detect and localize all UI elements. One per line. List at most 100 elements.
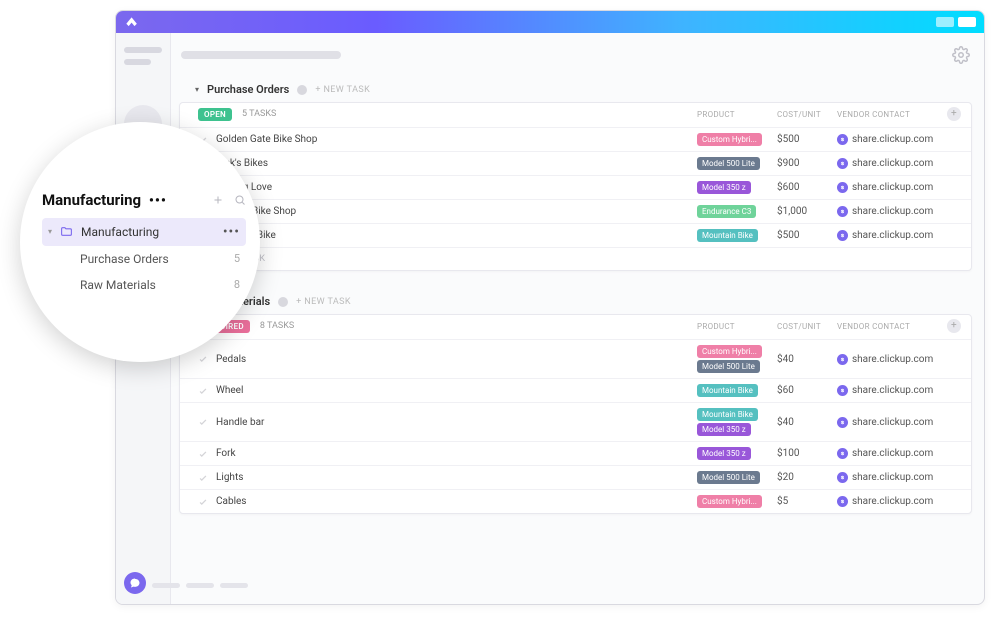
product-tag[interactable]: Model 500 Lite bbox=[697, 157, 760, 170]
folder-icon bbox=[60, 225, 73, 238]
task-cost: $900 bbox=[777, 158, 837, 169]
gear-icon[interactable] bbox=[952, 46, 970, 64]
plus-icon[interactable] bbox=[212, 191, 224, 210]
task-row[interactable]: Rick's Bikes Model 500 Lite $900 share.c… bbox=[180, 151, 971, 175]
col-header-product: PRODUCT bbox=[697, 322, 777, 331]
vendor-url: share.clickup.com bbox=[852, 448, 933, 459]
vendor-url: share.clickup.com bbox=[852, 496, 933, 507]
product-tag[interactable]: Custom Hybri... bbox=[697, 345, 762, 358]
task-row[interactable]: Rainbow Bike Mountain Bike $500 share.cl… bbox=[180, 223, 971, 247]
link-icon bbox=[837, 354, 848, 365]
more-icon[interactable]: ••• bbox=[223, 224, 240, 240]
product-tag[interactable]: Custom Hybri... bbox=[697, 495, 762, 508]
link-icon bbox=[837, 134, 848, 145]
task-row[interactable]: Lights Model 500 Lite $20 share.clickup.… bbox=[180, 465, 971, 489]
vendor-url: share.clickup.com bbox=[852, 472, 933, 483]
product-tag[interactable]: Mountain Bike bbox=[697, 408, 758, 421]
vendor-link[interactable]: share.clickup.com bbox=[837, 354, 947, 365]
vendor-link[interactable]: share.clickup.com bbox=[837, 230, 947, 241]
task-name: Lights bbox=[216, 472, 243, 483]
minimize-icon[interactable] bbox=[936, 17, 954, 27]
task-name: Fork bbox=[216, 448, 236, 459]
product-tag[interactable]: Model 500 Lite bbox=[697, 471, 760, 484]
add-column-button[interactable]: + bbox=[947, 107, 961, 121]
link-icon bbox=[837, 496, 848, 507]
add-task-button[interactable]: + ADD TASK bbox=[180, 247, 971, 270]
task-name: Cables bbox=[216, 496, 246, 507]
search-icon[interactable] bbox=[234, 191, 246, 210]
task-row[interactable]: Jenna's Bike Shop Endurance C3 $1,000 sh… bbox=[180, 199, 971, 223]
task-cost: $20 bbox=[777, 472, 837, 483]
group-title: Purchase Orders bbox=[207, 83, 289, 96]
checkmark-icon[interactable] bbox=[198, 386, 208, 396]
new-task-button[interactable]: + NEW TASK bbox=[296, 297, 351, 307]
link-icon bbox=[837, 158, 848, 169]
vendor-url: share.clickup.com bbox=[852, 206, 933, 217]
caret-down-icon: ▾ bbox=[195, 85, 199, 94]
vendor-link[interactable]: share.clickup.com bbox=[837, 496, 947, 507]
vendor-link[interactable]: share.clickup.com bbox=[837, 206, 947, 217]
app-window: ▾ Purchase Orders + NEW TASK OPEN 5 TASK… bbox=[115, 10, 985, 605]
task-row[interactable]: Fork Model 350 z $100 share.clickup.com bbox=[180, 441, 971, 465]
checkmark-icon[interactable] bbox=[198, 417, 208, 427]
add-column-button[interactable]: + bbox=[947, 319, 961, 333]
info-icon[interactable] bbox=[278, 297, 288, 307]
task-cost: $1,000 bbox=[777, 206, 837, 217]
vendor-link[interactable]: share.clickup.com bbox=[837, 417, 947, 428]
placeholder bbox=[124, 59, 151, 65]
sidebar-zoom-popover: Manufacturing ••• ▾ Manufacturing ••• Pu… bbox=[20, 122, 260, 362]
product-tag[interactable]: Custom Hybri... bbox=[697, 133, 762, 146]
vendor-link[interactable]: share.clickup.com bbox=[837, 134, 947, 145]
title-bar bbox=[116, 11, 984, 33]
task-row[interactable]: Wheel Mountain Bike $60 share.clickup.co… bbox=[180, 378, 971, 402]
status-badge[interactable]: OPEN bbox=[198, 108, 232, 121]
task-row[interactable]: Cycling Love Model 350 z $600 share.clic… bbox=[180, 175, 971, 199]
more-icon[interactable]: ••• bbox=[149, 193, 167, 209]
checkmark-icon[interactable] bbox=[198, 497, 208, 507]
main-area: ▾ Purchase Orders + NEW TASK OPEN 5 TASK… bbox=[171, 33, 984, 604]
product-tag[interactable]: Model 350 z bbox=[697, 447, 751, 460]
col-header-cost: COST/UNIT bbox=[777, 322, 837, 331]
vendor-url: share.clickup.com bbox=[852, 230, 933, 241]
info-icon[interactable] bbox=[297, 85, 307, 95]
sidebar-list-purchase-orders[interactable]: Purchase Orders 5 bbox=[42, 246, 246, 272]
vendor-link[interactable]: share.clickup.com bbox=[837, 182, 947, 193]
vendor-link[interactable]: share.clickup.com bbox=[837, 385, 947, 396]
chevron-down-icon: ▾ bbox=[48, 227, 52, 236]
vendor-link[interactable]: share.clickup.com bbox=[837, 472, 947, 483]
chat-button[interactable] bbox=[124, 572, 146, 594]
sidebar-folder-manufacturing[interactable]: ▾ Manufacturing ••• bbox=[42, 218, 246, 246]
product-tag[interactable]: Mountain Bike bbox=[697, 384, 758, 397]
task-row[interactable]: Golden Gate Bike Shop Custom Hybri... $5… bbox=[180, 127, 971, 151]
task-row[interactable]: Pedals Custom Hybri...Model 500 Lite $40… bbox=[180, 339, 971, 378]
task-count: 5 TASKS bbox=[242, 109, 276, 119]
product-tag[interactable]: Mountain Bike bbox=[697, 229, 758, 242]
task-name: Wheel bbox=[216, 385, 243, 396]
link-icon bbox=[837, 472, 848, 483]
task-cost: $600 bbox=[777, 182, 837, 193]
maximize-icon[interactable] bbox=[958, 17, 976, 27]
vendor-link[interactable]: share.clickup.com bbox=[837, 158, 947, 169]
product-tag[interactable]: Endurance C3 bbox=[697, 205, 756, 218]
task-name: Golden Gate Bike Shop bbox=[216, 134, 317, 145]
group-header[interactable]: ▾ Purchase Orders + NEW TASK bbox=[187, 77, 972, 100]
space-header[interactable]: Manufacturing ••• bbox=[42, 187, 246, 218]
link-icon bbox=[837, 448, 848, 459]
sidebar-list-raw-materials[interactable]: Raw Materials 8 bbox=[42, 272, 246, 298]
space-title-text: Manufacturing bbox=[42, 191, 141, 209]
new-task-button[interactable]: + NEW TASK bbox=[315, 85, 370, 95]
task-row[interactable]: Cables Custom Hybri... $5 share.clickup.… bbox=[180, 489, 971, 513]
product-tag[interactable]: Model 350 z bbox=[697, 181, 751, 194]
vendor-link[interactable]: share.clickup.com bbox=[837, 448, 947, 459]
checkmark-icon[interactable] bbox=[198, 449, 208, 459]
product-tag[interactable]: Model 500 Lite bbox=[697, 360, 760, 373]
task-row[interactable]: Handle bar Mountain BikeModel 350 z $40 … bbox=[180, 402, 971, 441]
checkmark-icon[interactable] bbox=[198, 354, 208, 364]
link-icon bbox=[837, 182, 848, 193]
task-cost: $100 bbox=[777, 448, 837, 459]
product-tag[interactable]: Model 350 z bbox=[697, 423, 751, 436]
group-header[interactable]: ▾ aw Materials + NEW TASK bbox=[187, 289, 972, 312]
checkmark-icon[interactable] bbox=[198, 473, 208, 483]
task-cost: $60 bbox=[777, 385, 837, 396]
window-controls[interactable] bbox=[936, 17, 976, 27]
